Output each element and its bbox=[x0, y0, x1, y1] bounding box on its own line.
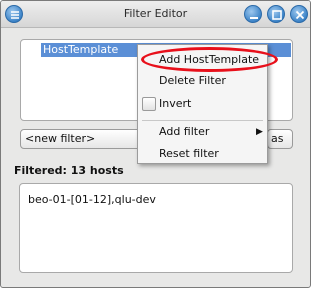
menu-item-label: Invert bbox=[159, 97, 192, 110]
close-button[interactable] bbox=[290, 5, 308, 23]
menu-item-invert[interactable]: Invert bbox=[138, 94, 267, 114]
window-title: Filter Editor bbox=[123, 7, 188, 20]
minimize-icon bbox=[250, 17, 258, 19]
menu-item-reset-filter[interactable]: Reset filter bbox=[138, 144, 267, 164]
chevron-right-icon: ▶ bbox=[256, 127, 263, 137]
invert-checkbox[interactable] bbox=[142, 97, 156, 111]
filtered-hosts-box[interactable]: beo-01-[01-12],qlu-dev bbox=[19, 183, 293, 273]
menu-separator bbox=[142, 120, 263, 121]
menu-item-label: Delete Filter bbox=[159, 74, 226, 87]
filter-select[interactable]: <new filter> bbox=[20, 129, 142, 149]
close-icon bbox=[295, 10, 305, 20]
filter-editor-window: Filter Editor HostTemplate <new filter> … bbox=[0, 0, 311, 288]
highlight-ring bbox=[141, 47, 278, 72]
menu-item-label: Add filter bbox=[159, 125, 210, 138]
menu-item-label: Reset filter bbox=[159, 147, 219, 160]
maximize-button[interactable] bbox=[267, 5, 285, 23]
filtered-count-label: Filtered: 13 hosts bbox=[14, 164, 124, 177]
save-as-button[interactable]: as bbox=[267, 129, 293, 149]
filtered-hosts-text: beo-01-[01-12],qlu-dev bbox=[28, 193, 156, 206]
maximize-icon bbox=[272, 10, 282, 20]
minimize-button[interactable] bbox=[244, 5, 262, 23]
menu-item-delete-filter[interactable]: Delete Filter bbox=[138, 71, 267, 91]
menu-item-add-filter[interactable]: Add filter ▶ bbox=[138, 122, 267, 142]
title-bar[interactable]: Filter Editor bbox=[1, 1, 310, 28]
